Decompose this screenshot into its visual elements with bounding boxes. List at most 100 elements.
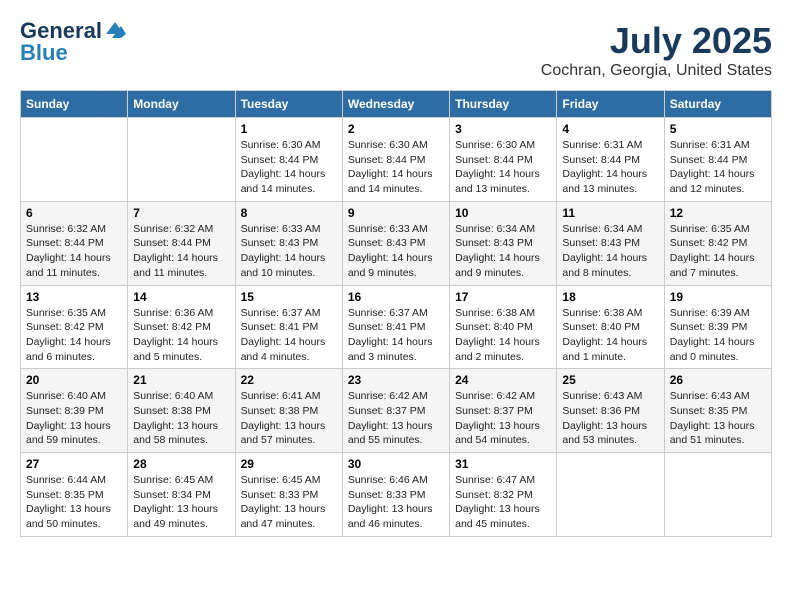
day-info: Sunrise: 6:33 AM Sunset: 8:43 PM Dayligh… <box>241 222 337 281</box>
day-info: Sunrise: 6:43 AM Sunset: 8:35 PM Dayligh… <box>670 389 766 448</box>
calendar-week-row: 20 Sunrise: 6:40 AM Sunset: 8:39 PM Dayli… <box>21 369 772 453</box>
logo: General Blue <box>20 20 126 64</box>
calendar-cell: 29 Sunrise: 6:45 AM Sunset: 8:33 PM Dayli… <box>235 453 342 537</box>
weekday-header: Sunday <box>21 91 128 118</box>
calendar-cell: 19 Sunrise: 6:39 AM Sunset: 8:39 PM Dayli… <box>664 285 771 369</box>
title-block: July 2025 Cochran, Georgia, United State… <box>541 20 772 80</box>
day-info: Sunrise: 6:43 AM Sunset: 8:36 PM Dayligh… <box>562 389 658 448</box>
day-info: Sunrise: 6:45 AM Sunset: 8:34 PM Dayligh… <box>133 473 229 532</box>
calendar-cell <box>664 453 771 537</box>
day-number: 4 <box>562 122 658 136</box>
day-number: 12 <box>670 206 766 220</box>
calendar-cell: 25 Sunrise: 6:43 AM Sunset: 8:36 PM Dayli… <box>557 369 664 453</box>
day-info: Sunrise: 6:31 AM Sunset: 8:44 PM Dayligh… <box>562 138 658 197</box>
weekday-header: Saturday <box>664 91 771 118</box>
calendar-cell: 10Sunrise: 6:34 AM Sunset: 8:43 PM Dayli… <box>450 201 557 285</box>
day-info: Sunrise: 6:46 AM Sunset: 8:33 PM Dayligh… <box>348 473 444 532</box>
day-number: 26 <box>670 373 766 387</box>
day-info: Sunrise: 6:32 AM Sunset: 8:44 PM Dayligh… <box>26 222 122 281</box>
calendar-cell: 31 Sunrise: 6:47 AM Sunset: 8:32 PM Dayli… <box>450 453 557 537</box>
day-info: Sunrise: 6:40 AM Sunset: 8:38 PM Dayligh… <box>133 389 229 448</box>
day-number: 17 <box>455 290 551 304</box>
day-number: 21 <box>133 373 229 387</box>
calendar-week-row: 13 Sunrise: 6:35 AM Sunset: 8:42 PM Dayli… <box>21 285 772 369</box>
calendar-cell: 28 Sunrise: 6:45 AM Sunset: 8:34 PM Dayli… <box>128 453 235 537</box>
day-number: 10 <box>455 206 551 220</box>
calendar-cell: 2 Sunrise: 6:30 AM Sunset: 8:44 PM Daylig… <box>342 118 449 202</box>
calendar-header-row: SundayMondayTuesdayWednesdayThursdayFrid… <box>21 91 772 118</box>
calendar-cell: 8 Sunrise: 6:33 AM Sunset: 8:43 PM Daylig… <box>235 201 342 285</box>
calendar-cell: 4 Sunrise: 6:31 AM Sunset: 8:44 PM Daylig… <box>557 118 664 202</box>
calendar-cell: 15Sunrise: 6:37 AM Sunset: 8:41 PM Dayli… <box>235 285 342 369</box>
calendar-cell: 22Sunrise: 6:41 AM Sunset: 8:38 PM Dayli… <box>235 369 342 453</box>
day-info: Sunrise: 6:36 AM Sunset: 8:42 PM Dayligh… <box>133 306 229 365</box>
page-title: July 2025 <box>541 20 772 62</box>
day-info: Sunrise: 6:38 AM Sunset: 8:40 PM Dayligh… <box>562 306 658 365</box>
weekday-header: Tuesday <box>235 91 342 118</box>
day-info: Sunrise: 6:39 AM Sunset: 8:39 PM Dayligh… <box>670 306 766 365</box>
calendar-cell: 1 Sunrise: 6:30 AM Sunset: 8:44 PM Daylig… <box>235 118 342 202</box>
calendar-cell: 30Sunrise: 6:46 AM Sunset: 8:33 PM Dayli… <box>342 453 449 537</box>
calendar-cell: 7 Sunrise: 6:32 AM Sunset: 8:44 PM Daylig… <box>128 201 235 285</box>
page-subtitle: Cochran, Georgia, United States <box>541 62 772 80</box>
day-number: 5 <box>670 122 766 136</box>
day-number: 15 <box>241 290 337 304</box>
day-number: 1 <box>241 122 337 136</box>
calendar-cell: 18Sunrise: 6:38 AM Sunset: 8:40 PM Dayli… <box>557 285 664 369</box>
day-number: 20 <box>26 373 122 387</box>
calendar-cell: 23Sunrise: 6:42 AM Sunset: 8:37 PM Dayli… <box>342 369 449 453</box>
calendar-cell: 27 Sunrise: 6:44 AM Sunset: 8:35 PM Dayli… <box>21 453 128 537</box>
logo-general: General <box>20 20 102 42</box>
calendar-week-row: 1 Sunrise: 6:30 AM Sunset: 8:44 PM Daylig… <box>21 118 772 202</box>
day-info: Sunrise: 6:40 AM Sunset: 8:39 PM Dayligh… <box>26 389 122 448</box>
day-number: 6 <box>26 206 122 220</box>
calendar-week-row: 27 Sunrise: 6:44 AM Sunset: 8:35 PM Dayli… <box>21 453 772 537</box>
calendar-cell <box>128 118 235 202</box>
day-info: Sunrise: 6:30 AM Sunset: 8:44 PM Dayligh… <box>241 138 337 197</box>
day-info: Sunrise: 6:38 AM Sunset: 8:40 PM Dayligh… <box>455 306 551 365</box>
day-number: 8 <box>241 206 337 220</box>
calendar-cell: 21 Sunrise: 6:40 AM Sunset: 8:38 PM Dayli… <box>128 369 235 453</box>
day-number: 19 <box>670 290 766 304</box>
day-number: 13 <box>26 290 122 304</box>
day-info: Sunrise: 6:31 AM Sunset: 8:44 PM Dayligh… <box>670 138 766 197</box>
day-info: Sunrise: 6:37 AM Sunset: 8:41 PM Dayligh… <box>348 306 444 365</box>
calendar-cell <box>557 453 664 537</box>
day-number: 14 <box>133 290 229 304</box>
day-info: Sunrise: 6:32 AM Sunset: 8:44 PM Dayligh… <box>133 222 229 281</box>
calendar-cell: 9Sunrise: 6:33 AM Sunset: 8:43 PM Daylig… <box>342 201 449 285</box>
day-info: Sunrise: 6:35 AM Sunset: 8:42 PM Dayligh… <box>670 222 766 281</box>
calendar-cell: 13 Sunrise: 6:35 AM Sunset: 8:42 PM Dayli… <box>21 285 128 369</box>
day-info: Sunrise: 6:47 AM Sunset: 8:32 PM Dayligh… <box>455 473 551 532</box>
logo-blue: Blue <box>20 42 68 64</box>
logo-icon <box>104 20 126 38</box>
day-number: 16 <box>348 290 444 304</box>
calendar-week-row: 6 Sunrise: 6:32 AM Sunset: 8:44 PM Daylig… <box>21 201 772 285</box>
day-number: 25 <box>562 373 658 387</box>
day-number: 28 <box>133 457 229 471</box>
day-info: Sunrise: 6:45 AM Sunset: 8:33 PM Dayligh… <box>241 473 337 532</box>
day-info: Sunrise: 6:30 AM Sunset: 8:44 PM Dayligh… <box>455 138 551 197</box>
day-number: 2 <box>348 122 444 136</box>
day-number: 29 <box>241 457 337 471</box>
calendar-cell: 16 Sunrise: 6:37 AM Sunset: 8:41 PM Dayli… <box>342 285 449 369</box>
weekday-header: Friday <box>557 91 664 118</box>
day-info: Sunrise: 6:42 AM Sunset: 8:37 PM Dayligh… <box>348 389 444 448</box>
day-info: Sunrise: 6:44 AM Sunset: 8:35 PM Dayligh… <box>26 473 122 532</box>
day-info: Sunrise: 6:30 AM Sunset: 8:44 PM Dayligh… <box>348 138 444 197</box>
day-number: 11 <box>562 206 658 220</box>
day-info: Sunrise: 6:42 AM Sunset: 8:37 PM Dayligh… <box>455 389 551 448</box>
day-info: Sunrise: 6:41 AM Sunset: 8:38 PM Dayligh… <box>241 389 337 448</box>
day-number: 7 <box>133 206 229 220</box>
day-number: 27 <box>26 457 122 471</box>
calendar-cell: 20 Sunrise: 6:40 AM Sunset: 8:39 PM Dayli… <box>21 369 128 453</box>
day-info: Sunrise: 6:33 AM Sunset: 8:43 PM Dayligh… <box>348 222 444 281</box>
day-info: Sunrise: 6:34 AM Sunset: 8:43 PM Dayligh… <box>562 222 658 281</box>
calendar-cell: 26 Sunrise: 6:43 AM Sunset: 8:35 PM Dayli… <box>664 369 771 453</box>
calendar-cell: 17 Sunrise: 6:38 AM Sunset: 8:40 PM Dayli… <box>450 285 557 369</box>
day-number: 31 <box>455 457 551 471</box>
day-info: Sunrise: 6:35 AM Sunset: 8:42 PM Dayligh… <box>26 306 122 365</box>
calendar-cell: 12 Sunrise: 6:35 AM Sunset: 8:42 PM Dayli… <box>664 201 771 285</box>
page-header: General Blue July 2025 Cochran, Georgia,… <box>20 20 772 80</box>
calendar-cell: 5 Sunrise: 6:31 AM Sunset: 8:44 PM Daylig… <box>664 118 771 202</box>
